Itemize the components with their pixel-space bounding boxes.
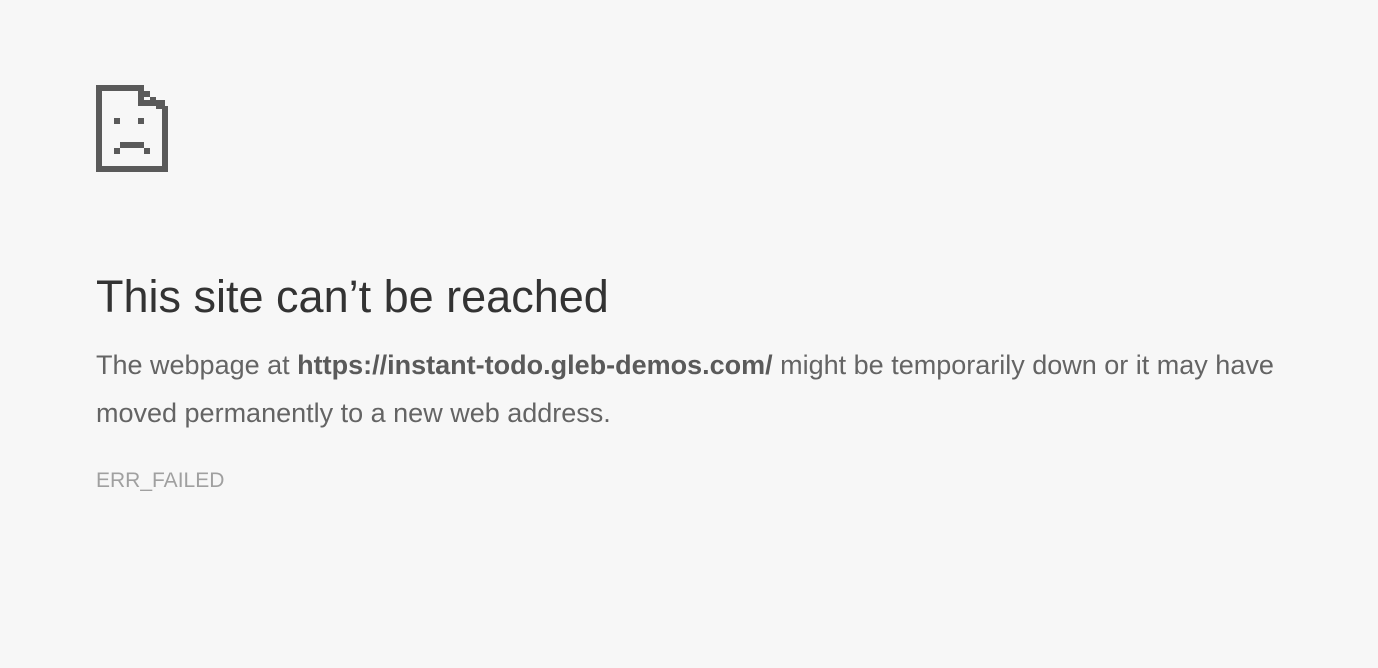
error-url: https://instant-todo.gleb-demos.com/ (297, 350, 773, 380)
error-message-prefix: The webpage at (96, 350, 298, 380)
error-code: ERR_FAILED (96, 469, 225, 492)
sad-page-icon (96, 85, 168, 172)
error-page: This site can’t be reached The webpage a… (96, 85, 1326, 495)
error-title: This site can’t be reached (96, 271, 609, 322)
error-message: The webpage at https://instant-todo.gleb… (96, 341, 1296, 437)
